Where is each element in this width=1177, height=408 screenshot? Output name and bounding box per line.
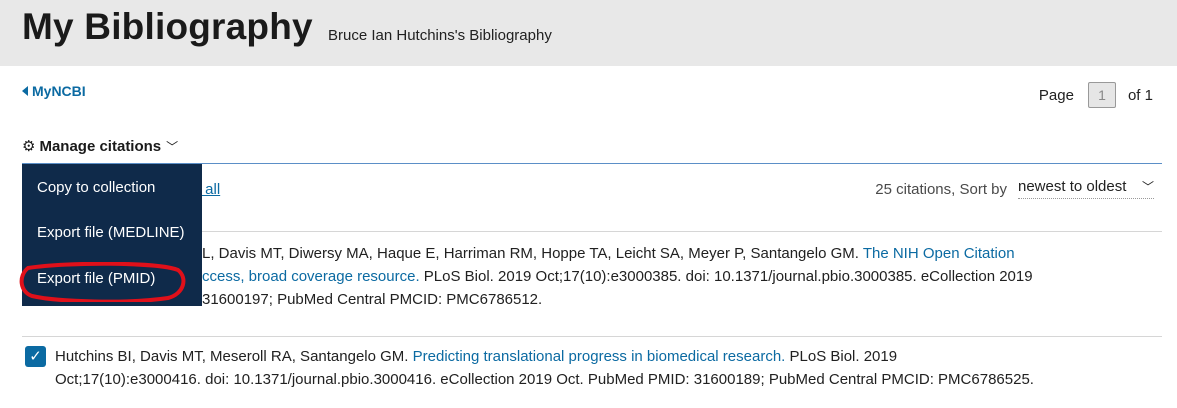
citation-item: Hutchins BI, Davis MT, Meseroll RA, Sant… — [55, 345, 1165, 391]
page-title: My Bibliography — [22, 6, 313, 47]
manage-citations-button[interactable]: ⚙ Manage citations ﹀ — [22, 137, 179, 156]
manage-citations-menu: Copy to collection Export file (MEDLINE)… — [22, 164, 202, 306]
citation-ids: 31600197; PubMed Central PMCID: PMC67865… — [202, 291, 543, 308]
page-label: Page — [1038, 86, 1074, 104]
citation-title-link[interactable]: Predicting translational progress in bio… — [413, 348, 786, 365]
sort-value: newest to oldest — [1018, 178, 1127, 195]
back-link-label: MyNCBI — [32, 83, 86, 99]
pager: Page 1 of 1 — [1039, 82, 1153, 108]
citation-count: 25 citations, Sort by — [875, 181, 1007, 198]
citation-source: PLoS Biol. 2019 — [789, 348, 898, 365]
chevron-down-icon: ﹀ — [1141, 180, 1154, 194]
citation-source: PLoS Biol. 2019 Oct;17(10):e3000385. doi… — [423, 268, 1033, 285]
citation-item: L, Davis MT, Diwersy MA, Haque E, Harrim… — [202, 242, 1152, 311]
citation-authors: Hutchins BI, Davis MT, Meseroll RA, Sant… — [55, 348, 409, 365]
citation-title-link[interactable]: The NIH Open Citation — [863, 245, 1015, 262]
page-header: My Bibliography Bruce Ian Hutchins's Bib… — [0, 0, 1177, 66]
menu-item-export-medline[interactable]: Export file (MEDLINE) — [37, 224, 185, 241]
manage-citations-label: Manage citations — [39, 137, 162, 155]
chevron-down-icon: ﹀ — [166, 139, 179, 154]
menu-item-export-pmid[interactable]: Export file (PMID) — [37, 270, 155, 287]
gear-icon: ⚙ — [22, 138, 36, 155]
citation-ids: Oct;17(10):e3000416. doi: 10.1371/journa… — [55, 371, 1034, 388]
citation-title-link[interactable]: ccess, broad coverage resource. — [202, 268, 420, 285]
menu-item-copy-to-collection[interactable]: Copy to collection — [37, 179, 155, 196]
page-subtitle: Bruce Ian Hutchins's Bibliography — [328, 27, 552, 44]
page-total: of 1 — [1127, 86, 1153, 104]
citation-authors: L, Davis MT, Diwersy MA, Haque E, Harrim… — [202, 245, 859, 262]
caret-left-icon — [22, 86, 28, 96]
sort-select[interactable]: newest to oldest ﹀ — [1018, 178, 1154, 199]
myncbi-back-link[interactable]: MyNCBI — [22, 83, 86, 99]
citation-checkbox[interactable]: ✓ — [25, 346, 46, 367]
page-number-input[interactable]: 1 — [1087, 82, 1116, 108]
divider — [22, 336, 1162, 337]
